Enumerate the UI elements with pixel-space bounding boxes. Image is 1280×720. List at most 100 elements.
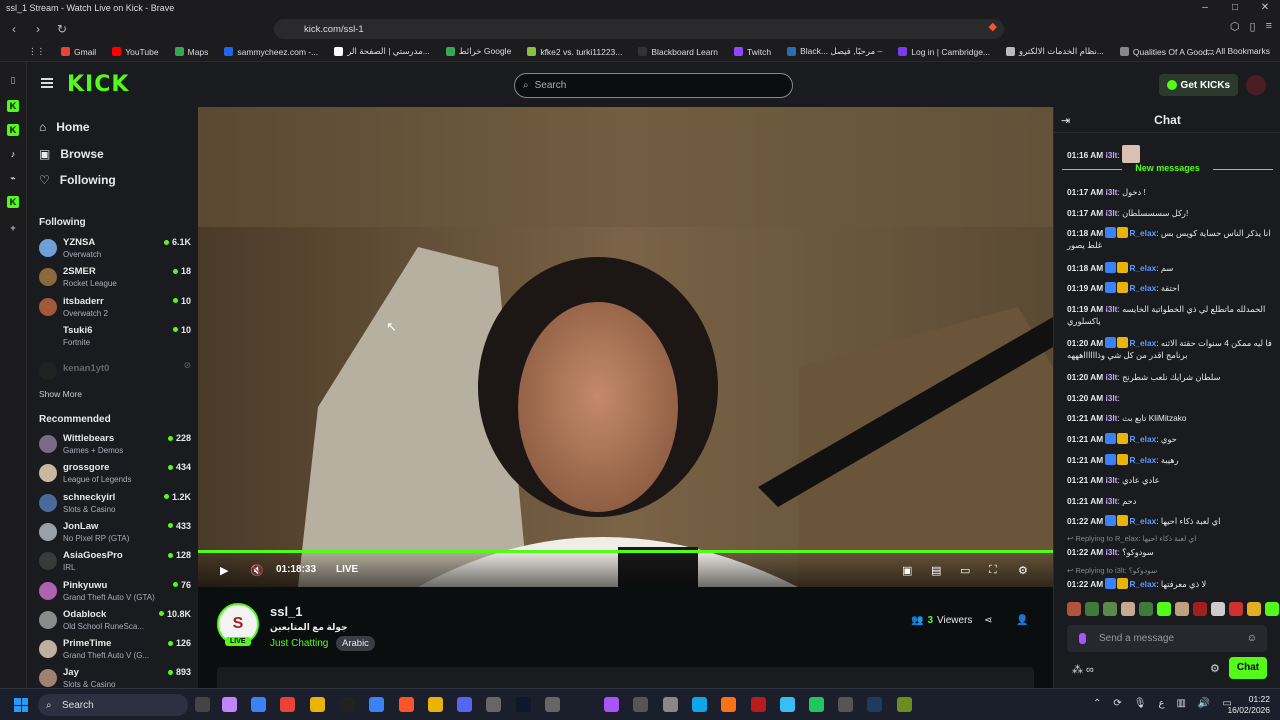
edge-icon[interactable] xyxy=(692,697,707,712)
chat-settings-icon[interactable]: ⚙ xyxy=(1210,662,1220,675)
volume-icon[interactable]: 🔊 xyxy=(1198,698,1210,709)
channel-item[interactable]: Wittlebears Games + Demos 228 xyxy=(39,433,191,461)
channel-item[interactable]: YZNSA Overwatch 6.1K xyxy=(39,237,191,265)
bookmark-black[interactable]: Black... مرحبًا, فيصل – xyxy=(779,46,890,57)
get-kicks-button[interactable]: Get KICKs xyxy=(1158,74,1238,96)
nav-home[interactable]: ⌂ Home xyxy=(39,120,90,134)
channel-item[interactable]: itsbaderr Overwatch 2 10 xyxy=(39,296,191,324)
file-explorer-icon[interactable] xyxy=(310,697,325,712)
mail-icon[interactable] xyxy=(633,697,648,712)
bookmark-kfke2[interactable]: kfke2 vs. turki11223... xyxy=(519,47,630,57)
message-username[interactable]: R_elax xyxy=(1129,434,1156,444)
taskbar-app-icon[interactable] xyxy=(604,697,619,712)
message-username[interactable]: R_elax xyxy=(1129,338,1156,348)
chevron-up-icon[interactable]: ⌃ xyxy=(1093,698,1101,709)
follow-icon[interactable]: 👤 xyxy=(1016,615,1028,626)
emote-icon[interactable] xyxy=(1103,602,1117,616)
message-username[interactable]: R_elax xyxy=(1129,228,1156,238)
tiktok-icon[interactable]: ♪ xyxy=(7,148,19,160)
bookmark-maps[interactable]: Maps xyxy=(167,47,217,57)
emote-icon[interactable] xyxy=(1121,602,1135,616)
discord-icon[interactable] xyxy=(457,697,472,712)
emote-icon[interactable] xyxy=(1157,602,1171,616)
hamburger-menu-icon[interactable] xyxy=(41,78,53,88)
bookmark-eservices[interactable]: نظام الخدمات الالكترو... xyxy=(998,46,1112,57)
menu-icon[interactable]: ≡ xyxy=(1266,20,1272,33)
message-username[interactable]: i3lt xyxy=(1105,496,1117,506)
add-icon[interactable]: + xyxy=(7,222,19,234)
message-username[interactable]: R_elax xyxy=(1129,455,1156,465)
maximize-button[interactable]: □ xyxy=(1220,0,1250,16)
windows-start-icon[interactable] xyxy=(14,698,28,712)
chrome-icon[interactable] xyxy=(280,697,295,712)
emote-icon[interactable] xyxy=(1067,602,1081,616)
user-avatar[interactable] xyxy=(1246,75,1266,95)
channel-item[interactable]: 2SMER Rocket League 18 xyxy=(39,266,191,294)
address-bar[interactable]: kick.com/ssl-1 xyxy=(274,19,1004,39)
close-button[interactable]: ✕ xyxy=(1250,0,1280,16)
bookmark-sammycheez[interactable]: sammycheez.com -... xyxy=(216,47,326,57)
taskbar-app-icon[interactable] xyxy=(838,697,853,712)
message-username[interactable]: i3lt xyxy=(1105,475,1117,485)
app-icon[interactable]: ⌁ xyxy=(7,172,19,184)
taskbar-app-icon[interactable] xyxy=(663,697,678,712)
chat-send-button[interactable]: Chat xyxy=(1229,657,1267,679)
network-icon[interactable]: ▥ xyxy=(1176,698,1185,709)
whatsapp-icon[interactable] xyxy=(809,697,824,712)
minecraft-icon[interactable] xyxy=(897,697,912,712)
kick-logo[interactable]: KICK xyxy=(67,72,129,97)
offline-channel[interactable]: kenan1yt0 ⊘ xyxy=(39,360,191,388)
photoshop-icon[interactable] xyxy=(516,697,531,712)
emoji-icon[interactable]: ☺ xyxy=(1247,633,1257,644)
language-indicator[interactable]: ع xyxy=(1158,698,1164,709)
message-username[interactable]: i3lt xyxy=(1105,208,1117,218)
channel-item[interactable]: grossgore League of Legends 434 xyxy=(39,462,191,490)
emote-icon[interactable] xyxy=(1139,602,1153,616)
taskbar-app-icon[interactable] xyxy=(780,697,795,712)
taskbar-app-icon[interactable] xyxy=(545,697,560,712)
taskbar-search[interactable]: ⌕ Search xyxy=(38,694,188,716)
message-username[interactable]: i3lt xyxy=(1105,187,1117,197)
epic-games-icon[interactable] xyxy=(340,697,355,712)
message-username[interactable]: i3lt xyxy=(1105,393,1117,403)
mic-tray-icon[interactable]: 🎙 xyxy=(1134,698,1147,709)
channel-item[interactable]: AsiaGoesPro IRL 128 xyxy=(39,550,191,578)
emote-icon[interactable] xyxy=(1247,602,1261,616)
channel-item[interactable]: PrimeTime Grand Theft Auto V (G... 126 xyxy=(39,638,191,666)
fullscreen-icon[interactable]: ⛶ xyxy=(989,564,997,577)
taskbar-app-icon[interactable] xyxy=(251,697,266,712)
forward-icon[interactable]: › xyxy=(28,22,48,36)
mute-icon[interactable]: 🔇 xyxy=(250,564,264,577)
channel-item[interactable]: Pinkyuwu Grand Theft Auto V (GTA) 76 xyxy=(39,580,191,608)
steam-icon[interactable] xyxy=(867,697,882,712)
bookmark-blackboard[interactable]: Blackboard Learn xyxy=(630,47,726,57)
taskbar-app-icon[interactable] xyxy=(195,697,210,712)
language-tag[interactable]: Arabic xyxy=(336,636,375,651)
reload-icon[interactable]: ↻ xyxy=(52,22,72,36)
emote-icon[interactable] xyxy=(1193,602,1207,616)
nav-following[interactable]: ♡ Following xyxy=(39,173,116,187)
channel-item[interactable]: schneckyirl Slots & Casino 1.2K xyxy=(39,492,191,520)
message-username[interactable]: R_elax xyxy=(1129,283,1156,293)
kicks-infinity-icon[interactable]: ⁂ ∞ xyxy=(1072,663,1094,676)
kick-tab-icon-3[interactable]: K xyxy=(7,196,19,208)
brave-icon[interactable] xyxy=(399,697,414,712)
emote-icon[interactable] xyxy=(1229,602,1243,616)
taskbar-clock[interactable]: 01:22 16/02/2026 xyxy=(1227,694,1270,716)
taskbar-app-icon[interactable] xyxy=(369,697,384,712)
chat-input[interactable]: Send a message ☺ xyxy=(1067,625,1267,652)
tray-app-icon[interactable]: ⟳ xyxy=(1113,698,1121,709)
all-bookmarks[interactable]: ▭ All Bookmarks xyxy=(1206,46,1270,57)
progress-bar[interactable] xyxy=(198,550,1053,553)
kick-tab-icon-2[interactable]: K xyxy=(7,124,19,136)
bookmark-google-maps-ar[interactable]: خرائط Google xyxy=(438,46,520,57)
bookmark-youtube[interactable]: YouTube xyxy=(104,47,166,57)
search-input[interactable]: ⌕ Search xyxy=(514,73,793,98)
bookmark-cambridge[interactable]: Log in | Cambridge... xyxy=(890,47,998,57)
sidebar-panel-icon[interactable]: ▯ xyxy=(7,74,19,86)
channel-item[interactable]: Jay Slots & Casino 893 xyxy=(39,667,191,688)
taskbar-app-icon[interactable] xyxy=(721,697,736,712)
sidebar-toggle-icon[interactable]: ▯ xyxy=(1250,20,1256,33)
channel-item[interactable]: JonLaw No Pixel RP (GTA) 433 xyxy=(39,521,191,549)
message-username[interactable]: i3lt xyxy=(1105,304,1117,314)
